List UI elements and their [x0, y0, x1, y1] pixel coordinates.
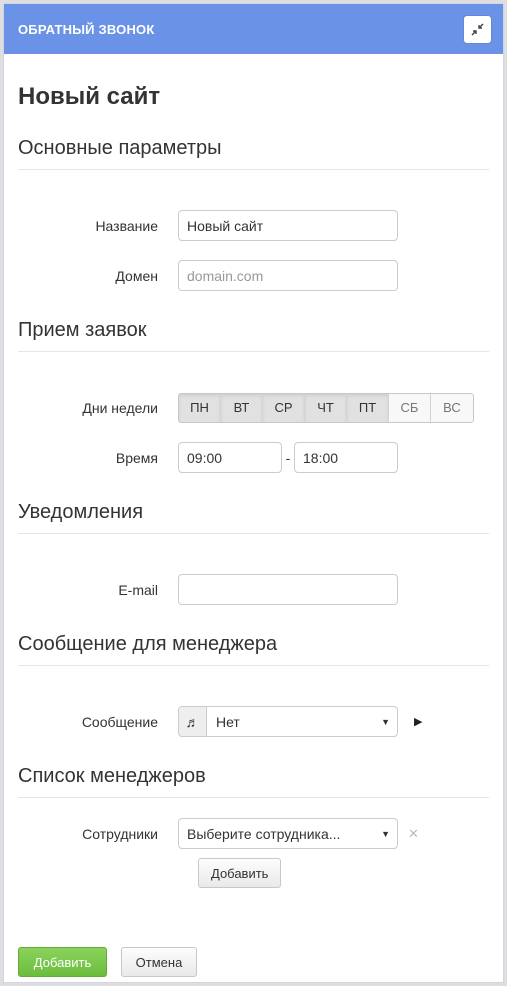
- employee-select-placeholder: Выберите сотрудника...: [187, 825, 341, 842]
- callback-panel: ОБРАТНЫЙ ЗВОНОК Новый сайт Основные пара…: [3, 3, 504, 983]
- employee-select[interactable]: Выберите сотрудника... ▼: [178, 818, 398, 849]
- domain-input[interactable]: domain.com: [178, 260, 398, 291]
- message-select[interactable]: ♬ Нет ▼: [178, 706, 398, 737]
- add-employee-button[interactable]: Добавить: [198, 858, 282, 888]
- weekday-button[interactable]: СБ: [389, 393, 431, 422]
- weekday-button[interactable]: ВС: [431, 393, 473, 422]
- cancel-button[interactable]: Отмена: [121, 947, 197, 977]
- domain-label: Домен: [115, 267, 158, 284]
- time-label: Время: [115, 449, 158, 466]
- employees-row: Сотрудники Выберите сотрудника... ▼ ✕: [18, 818, 489, 849]
- chevron-down-icon: ▼: [381, 828, 390, 839]
- message-label: Сообщение: [81, 713, 158, 730]
- time-from-input[interactable]: 09:00: [178, 442, 282, 473]
- email-input[interactable]: [178, 574, 398, 605]
- music-note-icon: ♬: [179, 707, 207, 736]
- days-label: Дни недели: [82, 399, 158, 416]
- time-separator: -: [285, 449, 291, 466]
- email-row: E-mail: [18, 574, 489, 605]
- name-input[interactable]: Новый сайт: [178, 210, 398, 241]
- chevron-down-icon: ▼: [381, 716, 390, 727]
- section-title-requests: Прием заявок: [18, 318, 489, 352]
- weekday-button[interactable]: ВТ: [221, 393, 263, 422]
- time-row: Время 09:00 - 18:00: [18, 442, 489, 473]
- weekday-button[interactable]: ЧТ: [305, 393, 347, 422]
- weekday-button[interactable]: ПТ: [347, 393, 389, 422]
- collapse-button[interactable]: [464, 15, 491, 43]
- weekday-toggle-group: ПН ВТ СР ЧТ ПТ СБ ВС: [178, 392, 474, 423]
- page-title: Новый сайт: [18, 83, 161, 110]
- weekday-button[interactable]: ПН: [179, 393, 221, 422]
- weekday-button[interactable]: СР: [263, 393, 305, 422]
- name-row: Название Новый сайт: [18, 210, 489, 241]
- add-employee-wrap: Добавить: [18, 858, 489, 888]
- name-label: Название: [95, 217, 158, 234]
- play-icon[interactable]: ▶: [414, 715, 422, 728]
- section-title-managers: Список менеджеров: [18, 764, 489, 798]
- message-row: Сообщение ♬ Нет ▼ ▶: [18, 706, 489, 737]
- form-actions: Добавить Отмена: [18, 947, 489, 977]
- section-title-notifications: Уведомления: [18, 500, 489, 534]
- days-row: Дни недели ПН ВТ СР ЧТ ПТ СБ ВС: [18, 392, 489, 423]
- section-title-basic: Основные параметры: [18, 136, 489, 170]
- employees-label: Сотрудники: [82, 825, 158, 842]
- message-select-value: Нет: [216, 713, 240, 730]
- domain-row: Домен domain.com: [18, 260, 489, 291]
- panel-title: ОБРАТНЫЙ ЗВОНОК: [18, 21, 155, 37]
- section-title-manager-message: Сообщение для менеджера: [18, 632, 489, 666]
- close-icon[interactable]: ✕: [408, 826, 419, 842]
- panel-header: ОБРАТНЫЙ ЗВОНОК: [4, 4, 503, 54]
- submit-button[interactable]: Добавить: [18, 947, 107, 977]
- time-to-input[interactable]: 18:00: [294, 442, 398, 473]
- email-label: E-mail: [118, 581, 158, 598]
- collapse-arrows-icon: [471, 23, 484, 35]
